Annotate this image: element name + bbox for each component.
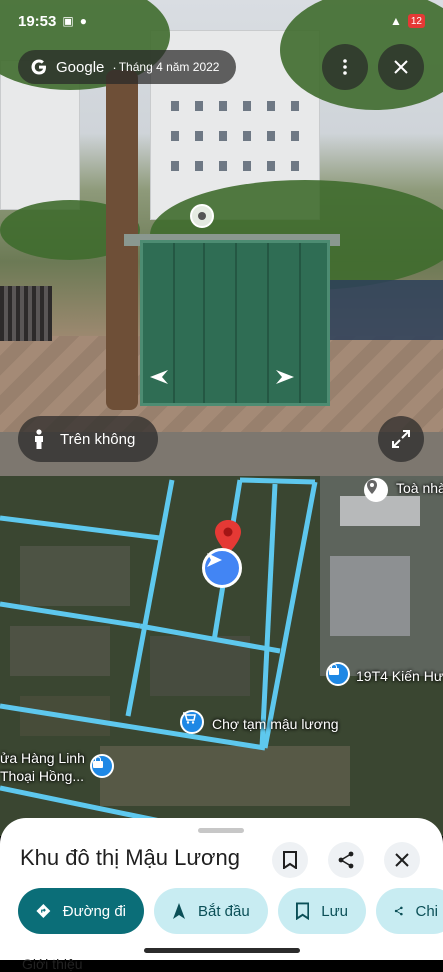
cart-icon <box>183 712 196 724</box>
save-button[interactable]: Lưu <box>278 888 366 934</box>
tarp <box>330 280 443 340</box>
save-label: Lưu <box>321 902 348 920</box>
battery-icon: 12 <box>407 14 425 28</box>
navigation-arrow-icon <box>207 553 222 567</box>
action-chips: Đường đi Bắt đầu Lưu Chi <box>18 888 443 934</box>
drag-handle[interactable] <box>198 828 244 833</box>
expand-icon <box>392 430 410 448</box>
chevron-left-icon[interactable] <box>140 366 170 388</box>
bookmark-icon <box>283 851 297 869</box>
status-bar: 19:53 ▣ ● ▲ 12 <box>18 10 425 32</box>
satellite-map[interactable]: Toà nhà 19T4 Kiến Hư Chợ tạm mậu lương ử… <box>0 476 443 836</box>
share-label: Chi <box>415 902 438 920</box>
more-vert-icon <box>343 59 347 75</box>
pano-marker[interactable] <box>190 204 214 228</box>
expand-button[interactable] <box>378 416 424 462</box>
separator: · <box>112 59 117 75</box>
overview-tab-peek[interactable]: Giới thiệu <box>22 956 83 972</box>
more-button[interactable] <box>322 44 368 90</box>
signal-icon: ▲ <box>389 14 402 28</box>
close-sheet-button[interactable] <box>384 842 420 878</box>
directions-button[interactable]: Đường đi <box>18 888 144 934</box>
imagery-date: Tháng 4 năm 2022 <box>118 60 220 74</box>
google-g-icon <box>28 56 50 78</box>
status-time: 19:53 <box>18 12 57 30</box>
directions-label: Đường đi <box>62 902 126 920</box>
share-icon <box>394 906 403 916</box>
market-pin[interactable] <box>180 710 204 734</box>
place-bottom-sheet[interactable]: Khu đô thị Mậu Lương Đường đi Bắt đầu Lư… <box>0 818 443 972</box>
close-button[interactable] <box>378 44 424 90</box>
building-pin[interactable] <box>364 478 388 502</box>
start-button[interactable]: Bắt đầu <box>154 888 268 934</box>
start-label: Bắt đầu <box>198 902 250 920</box>
person-icon <box>35 429 43 449</box>
street-view-position-marker[interactable] <box>202 548 242 588</box>
pin-icon <box>367 480 377 494</box>
map-label-kien-hung[interactable]: 19T4 Kiến Hư <box>356 668 443 684</box>
close-icon <box>395 853 409 867</box>
aerial-view-label: Trên không <box>60 430 136 448</box>
bookmark-icon <box>296 902 310 920</box>
save-icon-button[interactable] <box>272 842 308 878</box>
share-icon <box>338 851 354 869</box>
chevron-right-icon[interactable] <box>274 366 304 388</box>
map-label-cho-tam[interactable]: Chợ tạm mậu lương <box>212 716 339 732</box>
street-view-panorama[interactable]: 19:53 ▣ ● ▲ 12 Google · Tháng 4 năm 2022… <box>0 0 443 476</box>
imagery-date-pill[interactable]: Google · Tháng 4 năm 2022 <box>18 50 236 84</box>
home-indicator[interactable] <box>144 948 300 953</box>
shop-pin[interactable] <box>90 754 114 778</box>
brand-label: Google <box>56 58 105 76</box>
navigation-icon <box>173 903 185 919</box>
shopping-pin[interactable] <box>326 662 350 686</box>
fence <box>0 286 52 341</box>
notification-icon: ● <box>79 14 87 28</box>
map-label-hang-linh[interactable]: ửa Hàng Linh <box>0 750 85 766</box>
lock-bag-icon <box>93 756 103 768</box>
place-title: Khu đô thị Mậu Lương <box>20 845 240 870</box>
directions-icon <box>36 904 51 918</box>
share-button[interactable]: Chi <box>376 888 443 934</box>
share-icon-button[interactable] <box>328 842 364 878</box>
aerial-view-button[interactable]: Trên không <box>18 416 158 462</box>
map-label-toa-nha[interactable]: Toà nhà <box>396 480 443 496</box>
close-icon <box>394 60 408 74</box>
map-label-thoai-hong[interactable]: Thoại Hồng... <box>0 768 84 784</box>
shopping-bag-icon <box>329 664 339 675</box>
notification-icon: ▣ <box>62 14 74 28</box>
